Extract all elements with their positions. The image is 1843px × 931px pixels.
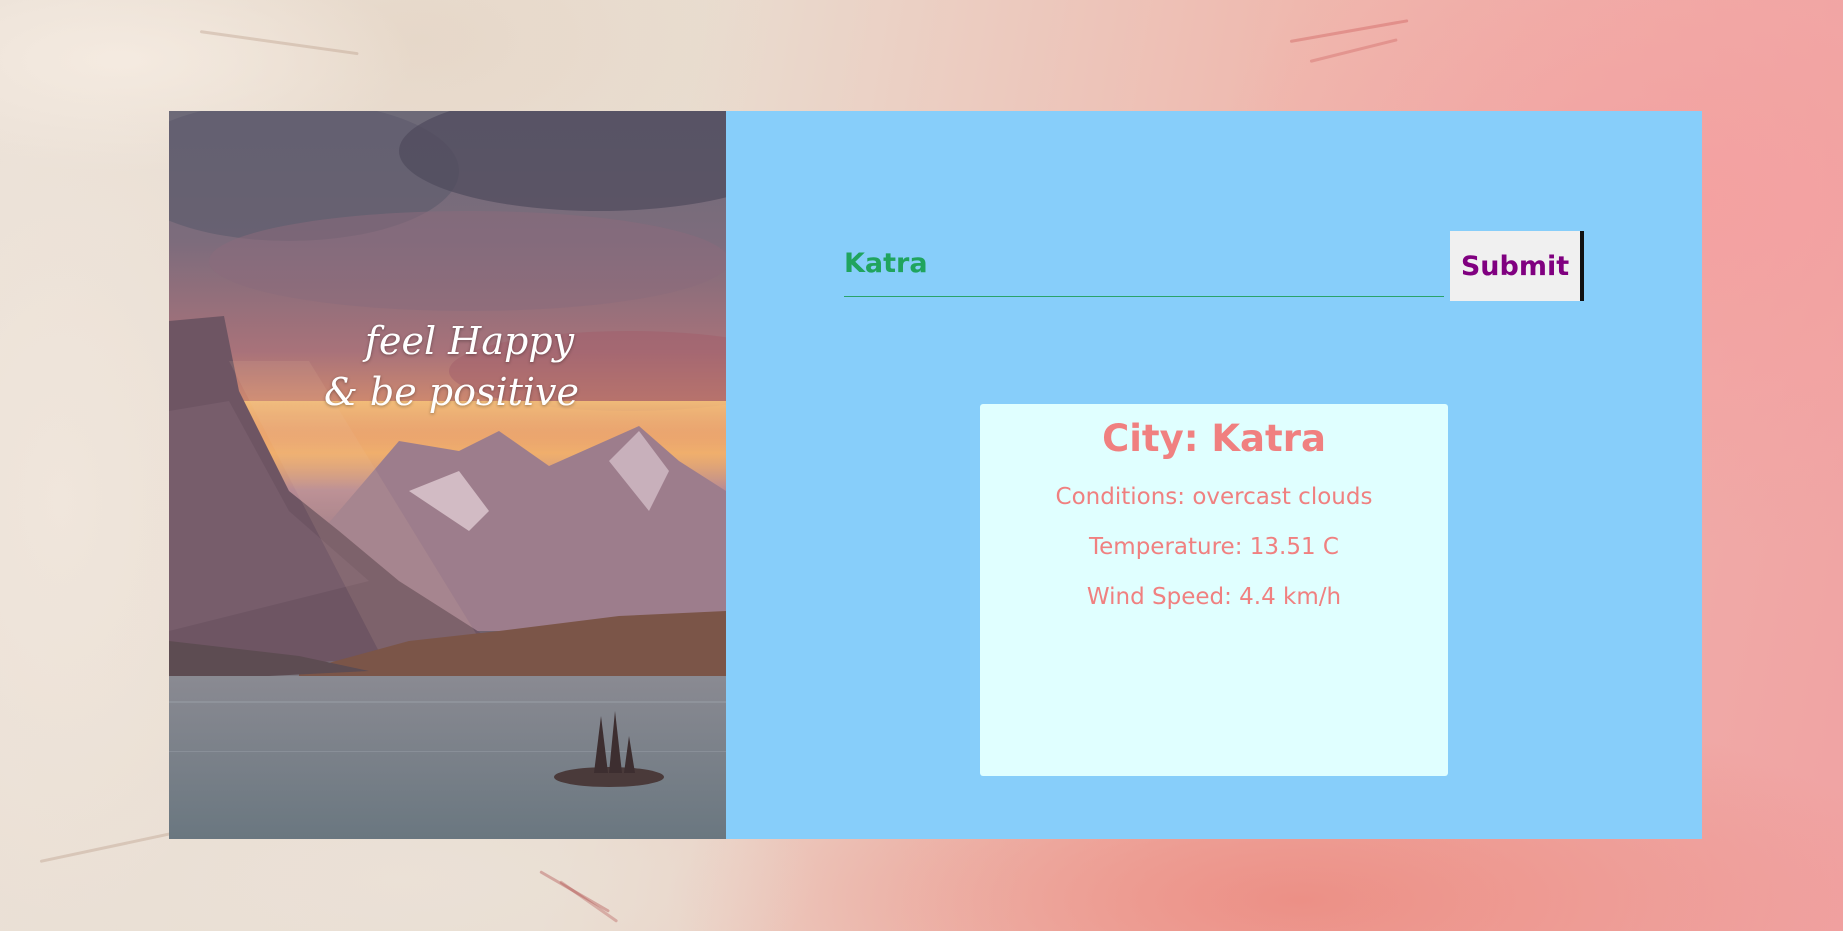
background-streak [559,880,619,923]
background-streak [199,30,359,56]
submit-button[interactable]: Submit [1450,231,1584,301]
conditions-text: Conditions: overcast clouds [1055,484,1373,510]
quote-line-1: feel Happy [364,319,575,363]
city-search-input[interactable] [844,231,1444,297]
wind-speed-text: Wind Speed: 4.4 km/h [1086,584,1342,610]
quote-line-2: & be positive [323,370,580,414]
weather-result-box: City: Katra Conditions: overcast clouds … [980,404,1448,776]
temperature-text: Temperature: 13.51 C [1089,534,1339,560]
background-streak [39,830,178,863]
weather-panel: Submit City: Katra Conditions: overcast … [726,111,1702,839]
city-heading: City: Katra [1102,417,1326,460]
background-streak [1309,38,1398,63]
weather-card: feel Happy & be positive Submit City: Ka… [169,111,1702,839]
landscape-photo: feel Happy & be positive [169,111,726,839]
mountain-lake-illustration [169,111,726,839]
